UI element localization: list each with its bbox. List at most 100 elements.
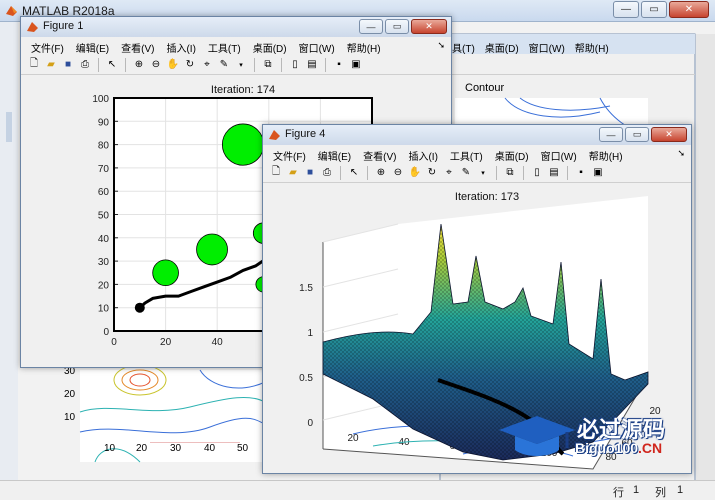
x-tick-label: 20 [160,337,172,348]
y-tick-label: 70 [98,164,110,175]
data-cursor-icon[interactable]: ⌖ [442,166,456,180]
figure1-title-bar[interactable]: Figure 1 — ▭ ✕ [21,17,451,37]
save-icon[interactable]: ■ [303,166,317,180]
hide-plot-tools-icon[interactable]: ▪ [574,166,588,180]
edit-plot-icon[interactable]: ↖ [105,58,119,72]
menu-file[interactable]: 文件(F) [267,145,312,163]
figure4-close-button[interactable]: ✕ [651,127,687,142]
menu-file[interactable]: 文件(F) [25,37,70,55]
y-tick-label: 100 [92,94,109,105]
legend-icon[interactable]: ▤ [547,166,561,180]
x-tick-label: 40 [212,337,224,348]
obstacle-circle [221,123,265,166]
colorbar-icon[interactable]: ▯ [530,166,544,180]
figure4-minimize-button[interactable]: — [599,127,623,142]
figure1-close-button[interactable]: ✕ [411,19,447,34]
dropdown-arrow-icon[interactable]: ▾ [476,166,490,180]
edit-plot-icon[interactable]: ↖ [347,166,361,180]
contour-xtick: 10 [104,443,116,454]
print-icon[interactable]: ⎙ [78,58,92,72]
figure4-title-bar[interactable]: Figure 4 — ▭ ✕ [263,125,691,145]
z-tick-label: 0.5 [299,373,313,384]
y-tick-label: 10 [98,304,110,315]
menu-desktop[interactable]: 桌面(D) [489,145,535,163]
menu-overflow-icon[interactable]: ➘ [431,37,451,55]
graduation-cap-icon [499,416,575,456]
status-row-label: 行 [613,487,624,499]
menu-overflow-icon[interactable]: ➘ [671,145,691,163]
hide-plot-tools-icon[interactable]: ▪ [332,58,346,72]
dropdown-arrow-icon[interactable]: ▾ [234,58,248,72]
y-tick-label: 80 [98,141,110,152]
y-tick-label: 20 [98,280,110,291]
menu-edit[interactable]: 编辑(E) [312,145,357,163]
contour-ytick: 10 [64,412,76,423]
y-tick-label: 30 [98,257,110,268]
legend-icon[interactable]: ▤ [305,58,319,72]
menu-insert[interactable]: 插入(I) [160,37,201,55]
menu-tools[interactable]: 工具(T) [444,145,489,163]
z-tick-label: 0 [307,418,313,429]
figure1-menubar: 文件(F) 编辑(E) 查看(V) 插入(I) 工具(T) 桌面(D) 窗口(W… [21,37,451,55]
minimize-button[interactable]: — [613,1,639,18]
data-cursor-icon[interactable]: ⌖ [200,58,214,72]
z-tick-label: 1 [307,328,313,339]
figure4-maximize-button[interactable]: ▭ [625,127,649,142]
menu-window[interactable]: 窗口(W) [293,37,341,55]
y-tick-label: 50 [98,211,110,222]
contour-title: Contour [465,82,505,94]
watermark-logo: 必过源码 Biguo100.CN [497,412,697,462]
contour-xtick: 50 [237,443,249,454]
bg-menu-help[interactable]: 帮助(H) [575,40,609,55]
link-plot-icon[interactable]: ⧉ [503,166,517,180]
print-icon[interactable]: ⎙ [320,166,334,180]
open-file-icon[interactable]: ▰ [44,58,58,72]
bg-menu-window[interactable]: 窗口(W) [529,40,565,55]
colorbar-icon[interactable]: ▯ [288,58,302,72]
status-bar: 行 1 列 1 [0,480,715,500]
brush-icon[interactable]: ✎ [459,166,473,180]
link-plot-icon[interactable]: ⧉ [261,58,275,72]
menu-tools[interactable]: 工具(T) [202,37,247,55]
status-col-value: 1 [677,484,684,496]
bg-menu-tools[interactable]: 具(T) [452,40,475,55]
rotate-3d-icon[interactable]: ↻ [183,58,197,72]
zoom-out-icon[interactable]: ⊖ [149,58,163,72]
figure-icon [269,130,280,140]
open-file-icon[interactable]: ▰ [286,166,300,180]
brush-icon[interactable]: ✎ [217,58,231,72]
menu-window[interactable]: 窗口(W) [535,145,583,163]
contour-ytick: 20 [64,389,76,400]
figure4-toolbar: 🗋 ▰ ■ ⎙ ↖ ⊕ ⊖ ✋ ↻ ⌖ ✎ ▾ ⧉ ▯ ▤ ▪ ▣ [263,163,691,183]
zoom-in-icon[interactable]: ⊕ [132,58,146,72]
status-row-value: 1 [633,484,640,496]
new-figure-icon[interactable]: 🗋 [269,166,283,180]
zoom-in-icon[interactable]: ⊕ [374,166,388,180]
x-tick-label: 0 [111,337,117,348]
rotate-3d-icon[interactable]: ↻ [425,166,439,180]
show-plot-tools-icon[interactable]: ▣ [349,58,363,72]
maximize-button[interactable]: ▭ [641,1,667,18]
bg-menu-desktop[interactable]: 桌面(D) [485,40,519,55]
contour-xtick: 40 [204,443,216,454]
save-icon[interactable]: ■ [61,58,75,72]
show-plot-tools-icon[interactable]: ▣ [591,166,605,180]
figure1-minimize-button[interactable]: — [359,19,383,34]
obstacle-circle [152,259,179,287]
zoom-out-icon[interactable]: ⊖ [391,166,405,180]
close-button[interactable]: ✕ [669,1,709,18]
menu-view[interactable]: 查看(V) [115,37,160,55]
start-point [134,302,145,313]
menu-edit[interactable]: 编辑(E) [70,37,115,55]
figure4-menubar: 文件(F) 编辑(E) 查看(V) 插入(I) 工具(T) 桌面(D) 窗口(W… [263,145,691,163]
matlab-logo-icon [6,6,17,16]
menu-view[interactable]: 查看(V) [357,145,402,163]
menu-insert[interactable]: 插入(I) [402,145,443,163]
figure1-maximize-button[interactable]: ▭ [385,19,409,34]
menu-desktop[interactable]: 桌面(D) [247,37,293,55]
menu-help[interactable]: 帮助(H) [583,145,629,163]
new-figure-icon[interactable]: 🗋 [27,58,41,72]
menu-help[interactable]: 帮助(H) [341,37,387,55]
pan-icon[interactable]: ✋ [408,166,422,180]
pan-icon[interactable]: ✋ [166,58,180,72]
